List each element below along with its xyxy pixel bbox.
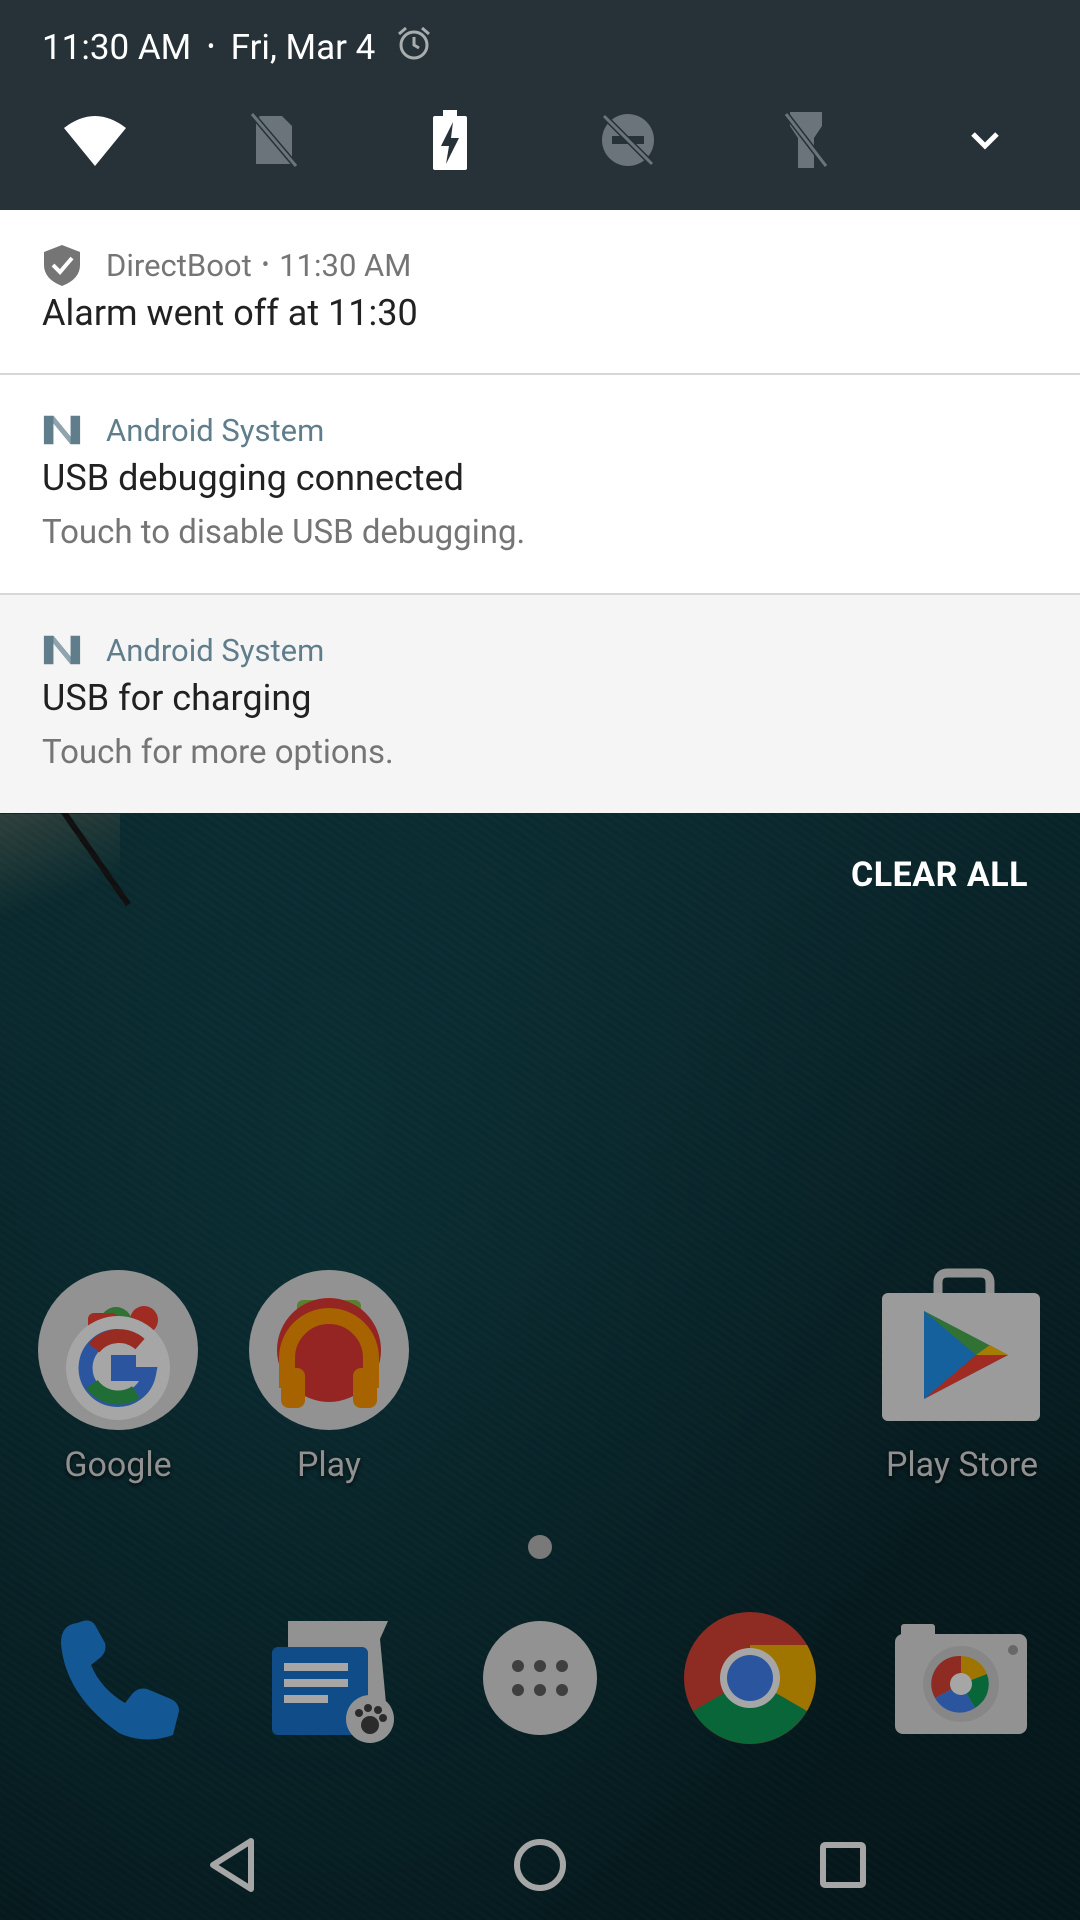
wifi-icon[interactable] bbox=[60, 105, 130, 175]
notification-title: USB debugging connected bbox=[42, 457, 464, 499]
shield-check-icon bbox=[42, 245, 82, 286]
notification-header: Android System bbox=[42, 409, 324, 451]
status-separator: • bbox=[207, 34, 215, 60]
notification-title: Alarm went off at 11:30 bbox=[42, 292, 418, 334]
dnd-off-icon[interactable] bbox=[593, 105, 663, 175]
header-separator: • bbox=[261, 252, 270, 278]
notification-text: Touch to disable USB debugging. bbox=[42, 513, 526, 552]
notification-usb-debugging[interactable]: Android System USB debugging connected T… bbox=[0, 375, 1080, 595]
sim-off-icon[interactable] bbox=[238, 105, 308, 175]
notification-usb-charging[interactable]: Android System USB for charging Touch fo… bbox=[0, 595, 1080, 813]
notification-time: 11:30 AM bbox=[279, 246, 412, 284]
battery-charging-icon[interactable] bbox=[415, 105, 485, 175]
notification-header: DirectBoot • 11:30 AM bbox=[42, 244, 411, 286]
notification-app-name: DirectBoot bbox=[106, 246, 252, 284]
expand-chevron-icon[interactable] bbox=[950, 105, 1020, 175]
quick-settings-row bbox=[0, 105, 1080, 175]
notification-title: USB for charging bbox=[42, 677, 312, 719]
clock-time: 11:30 AM bbox=[42, 26, 192, 68]
status-row: 11:30 AM • Fri, Mar 4 bbox=[42, 22, 433, 72]
android-n-icon bbox=[42, 410, 82, 450]
notification-directboot[interactable]: DirectBoot • 11:30 AM Alarm went off at … bbox=[0, 210, 1080, 375]
clear-all-button[interactable]: CLEAR ALL bbox=[851, 855, 1028, 895]
android-n-icon bbox=[42, 630, 82, 670]
quick-settings-header: 11:30 AM • Fri, Mar 4 bbox=[0, 0, 1080, 210]
status-date[interactable]: Fri, Mar 4 bbox=[231, 27, 376, 68]
notification-header: Android System bbox=[42, 629, 324, 671]
alarm-clock-icon bbox=[395, 24, 433, 71]
flashlight-off-icon[interactable] bbox=[771, 105, 841, 175]
notification-app-name: Android System bbox=[106, 411, 325, 449]
notification-text: Touch for more options. bbox=[42, 733, 394, 772]
notification-app-name: Android System bbox=[106, 631, 325, 669]
